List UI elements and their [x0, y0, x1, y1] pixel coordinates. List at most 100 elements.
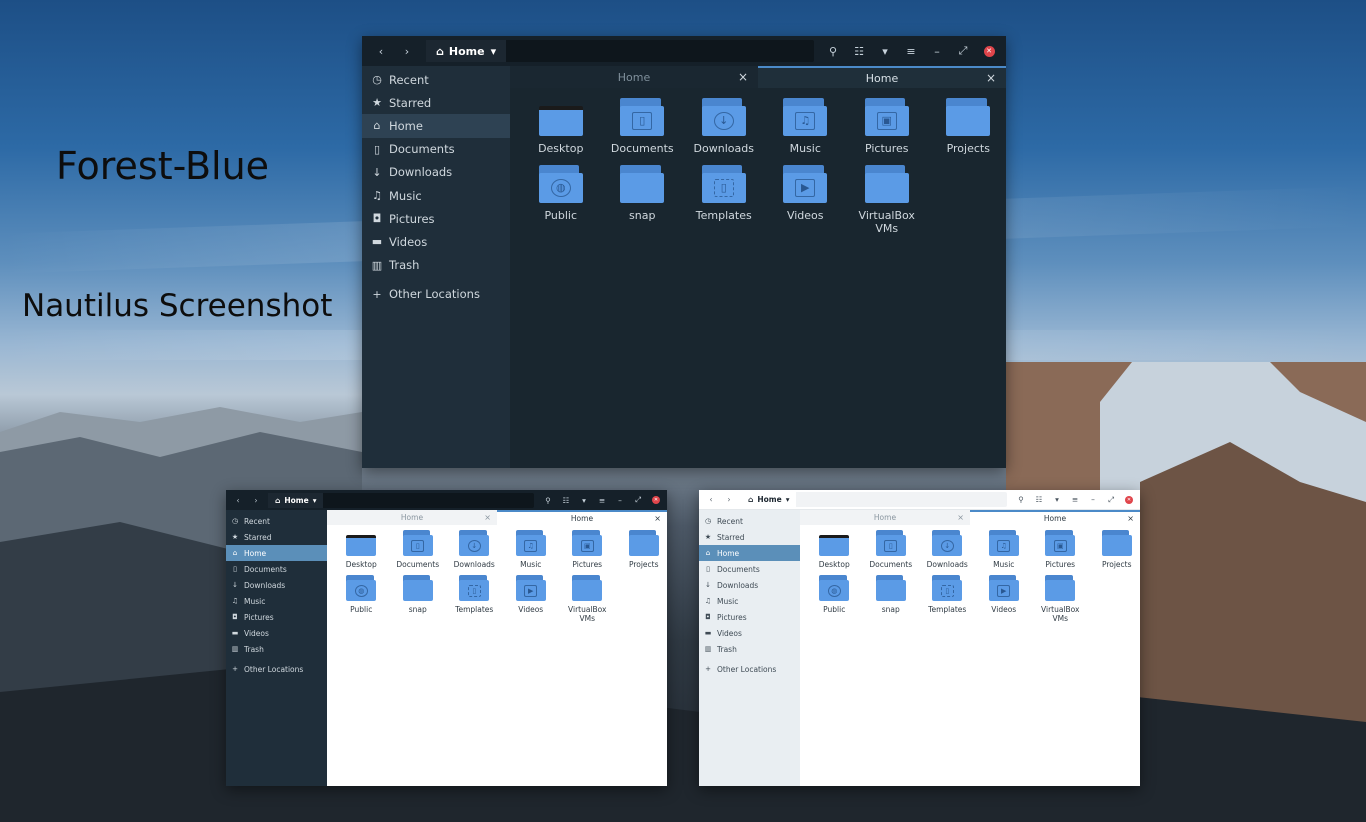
- folder-public[interactable]: ◍ Public: [333, 575, 390, 623]
- path-home-button[interactable]: ⌂ Home ▾: [426, 40, 507, 62]
- back-button[interactable]: ‹: [229, 493, 247, 508]
- sidebar-item-downloads[interactable]: ↓ Downloads: [226, 577, 327, 593]
- folder-downloads[interactable]: ↓ Downloads: [919, 530, 976, 569]
- sidebar-item-recent[interactable]: ◷ Recent: [362, 68, 510, 91]
- folder-pictures[interactable]: ▣ Pictures: [1032, 530, 1089, 569]
- sidebar-item-trash[interactable]: ▥ Trash: [699, 641, 800, 657]
- sidebar-item-home[interactable]: ⌂ Home: [226, 545, 327, 561]
- folder-desktop[interactable]: Desktop: [520, 98, 602, 155]
- folder-snap[interactable]: snap: [390, 575, 447, 623]
- view-options-button[interactable]: ▾: [1048, 492, 1066, 507]
- sidebar-item-music[interactable]: ♫ Music: [226, 593, 327, 609]
- tab-close-icon[interactable]: ×: [1127, 514, 1134, 523]
- folder-virtualbox-vms[interactable]: VirtualBox VMs: [846, 165, 928, 235]
- menu-button[interactable]: ≡: [593, 493, 611, 508]
- sidebar-item-downloads[interactable]: ↓ Downloads: [362, 161, 510, 184]
- sidebar-item-downloads[interactable]: ↓ Downloads: [699, 577, 800, 593]
- sidebar-item-starred[interactable]: ★ Starred: [699, 529, 800, 545]
- forward-button[interactable]: ›: [247, 493, 265, 508]
- tab-close-icon[interactable]: ×: [957, 513, 964, 522]
- tab-home-1[interactable]: Home ×: [510, 66, 758, 88]
- minimize-button[interactable]: –: [1084, 492, 1102, 507]
- folder-templates[interactable]: ▯ Templates: [919, 575, 976, 623]
- folder-videos[interactable]: ▶ Videos: [765, 165, 847, 235]
- tab-close-icon[interactable]: ×: [654, 514, 661, 523]
- close-button[interactable]: ✕: [976, 40, 1002, 62]
- close-button[interactable]: ✕: [1120, 492, 1138, 507]
- folder-documents[interactable]: ▯ Documents: [863, 530, 920, 569]
- minimize-button[interactable]: –: [611, 493, 629, 508]
- minimize-button[interactable]: –: [924, 40, 950, 62]
- tab-home-2[interactable]: Home ×: [970, 510, 1140, 525]
- view-toggle-button[interactable]: ☷: [846, 40, 872, 62]
- sidebar-item-videos[interactable]: ▬ Videos: [226, 625, 327, 641]
- tab-close-icon[interactable]: ×: [986, 71, 996, 85]
- folder-documents[interactable]: ▯ Documents: [602, 98, 684, 155]
- tab-close-icon[interactable]: ×: [738, 70, 748, 84]
- sidebar-item-starred[interactable]: ★ Starred: [226, 529, 327, 545]
- sidebar-item-recent[interactable]: ◷ Recent: [226, 513, 327, 529]
- sidebar-item-music[interactable]: ♫ Music: [362, 184, 510, 207]
- forward-button[interactable]: ›: [394, 40, 420, 62]
- back-button[interactable]: ‹: [702, 492, 720, 507]
- menu-button[interactable]: ≡: [1066, 492, 1084, 507]
- sidebar-item-home[interactable]: ⌂ Home: [362, 114, 510, 138]
- sidebar-item-documents[interactable]: ▯ Documents: [699, 561, 800, 577]
- tab-close-icon[interactable]: ×: [484, 513, 491, 522]
- maximize-button[interactable]: ⤢: [629, 493, 647, 508]
- view-toggle-button[interactable]: ☷: [557, 493, 575, 508]
- search-button[interactable]: ⚲: [1012, 492, 1030, 507]
- folder-pictures[interactable]: ▣ Pictures: [559, 530, 616, 569]
- tab-home-2[interactable]: Home ×: [758, 66, 1006, 88]
- folder-music[interactable]: ♫ Music: [976, 530, 1033, 569]
- tab-home-1[interactable]: Home ×: [327, 510, 497, 525]
- view-options-button[interactable]: ▾: [872, 40, 898, 62]
- folder-videos[interactable]: ▶ Videos: [503, 575, 560, 623]
- close-button[interactable]: ✕: [647, 493, 665, 508]
- sidebar-item-videos[interactable]: ▬ Videos: [362, 230, 510, 253]
- sidebar-item-other-locations[interactable]: + Other Locations: [699, 661, 800, 677]
- folder-snap[interactable]: snap: [863, 575, 920, 623]
- folder-virtualbox-vms[interactable]: VirtualBox VMs: [559, 575, 616, 623]
- folder-pictures[interactable]: ▣ Pictures: [846, 98, 928, 155]
- folder-public[interactable]: ◍ Public: [520, 165, 602, 235]
- tab-home-1[interactable]: Home ×: [800, 510, 970, 525]
- folder-public[interactable]: ◍ Public: [806, 575, 863, 623]
- menu-button[interactable]: ≡: [898, 40, 924, 62]
- sidebar-item-trash[interactable]: ▥ Trash: [362, 254, 510, 277]
- maximize-button[interactable]: ⤢: [1102, 492, 1120, 507]
- folder-projects[interactable]: Projects: [616, 530, 668, 569]
- path-home-button[interactable]: ⌂ Home ▾: [741, 492, 797, 507]
- sidebar-item-home[interactable]: ⌂ Home: [699, 545, 800, 561]
- maximize-button[interactable]: ⤢: [950, 40, 976, 62]
- folder-snap[interactable]: snap: [602, 165, 684, 235]
- sidebar-item-pictures[interactable]: ◘ Pictures: [699, 609, 800, 625]
- tab-home-2[interactable]: Home ×: [497, 510, 667, 525]
- folder-documents[interactable]: ▯ Documents: [390, 530, 447, 569]
- path-home-button[interactable]: ⌂ Home ▾: [268, 492, 324, 508]
- folder-templates[interactable]: ▯ Templates: [446, 575, 503, 623]
- folder-virtualbox-vms[interactable]: VirtualBox VMs: [1032, 575, 1089, 623]
- sidebar-item-documents[interactable]: ▯ Documents: [226, 561, 327, 577]
- back-button[interactable]: ‹: [368, 40, 394, 62]
- sidebar-item-documents[interactable]: ▯ Documents: [362, 138, 510, 161]
- sidebar-item-pictures[interactable]: ◘ Pictures: [226, 609, 327, 625]
- sidebar-item-recent[interactable]: ◷ Recent: [699, 513, 800, 529]
- folder-desktop[interactable]: Desktop: [806, 530, 863, 569]
- view-options-button[interactable]: ▾: [575, 493, 593, 508]
- folder-videos[interactable]: ▶ Videos: [976, 575, 1033, 623]
- sidebar-item-videos[interactable]: ▬ Videos: [699, 625, 800, 641]
- search-button[interactable]: ⚲: [539, 493, 557, 508]
- sidebar-item-other-locations[interactable]: + Other Locations: [362, 283, 510, 306]
- folder-desktop[interactable]: Desktop: [333, 530, 390, 569]
- sidebar-item-pictures[interactable]: ◘ Pictures: [362, 207, 510, 230]
- folder-templates[interactable]: ▯ Templates: [683, 165, 765, 235]
- sidebar-item-music[interactable]: ♫ Music: [699, 593, 800, 609]
- view-toggle-button[interactable]: ☷: [1030, 492, 1048, 507]
- folder-projects[interactable]: Projects: [1089, 530, 1141, 569]
- forward-button[interactable]: ›: [720, 492, 738, 507]
- folder-music[interactable]: ♫ Music: [503, 530, 560, 569]
- sidebar-item-starred[interactable]: ★ Starred: [362, 91, 510, 114]
- folder-downloads[interactable]: ↓ Downloads: [683, 98, 765, 155]
- folder-downloads[interactable]: ↓ Downloads: [446, 530, 503, 569]
